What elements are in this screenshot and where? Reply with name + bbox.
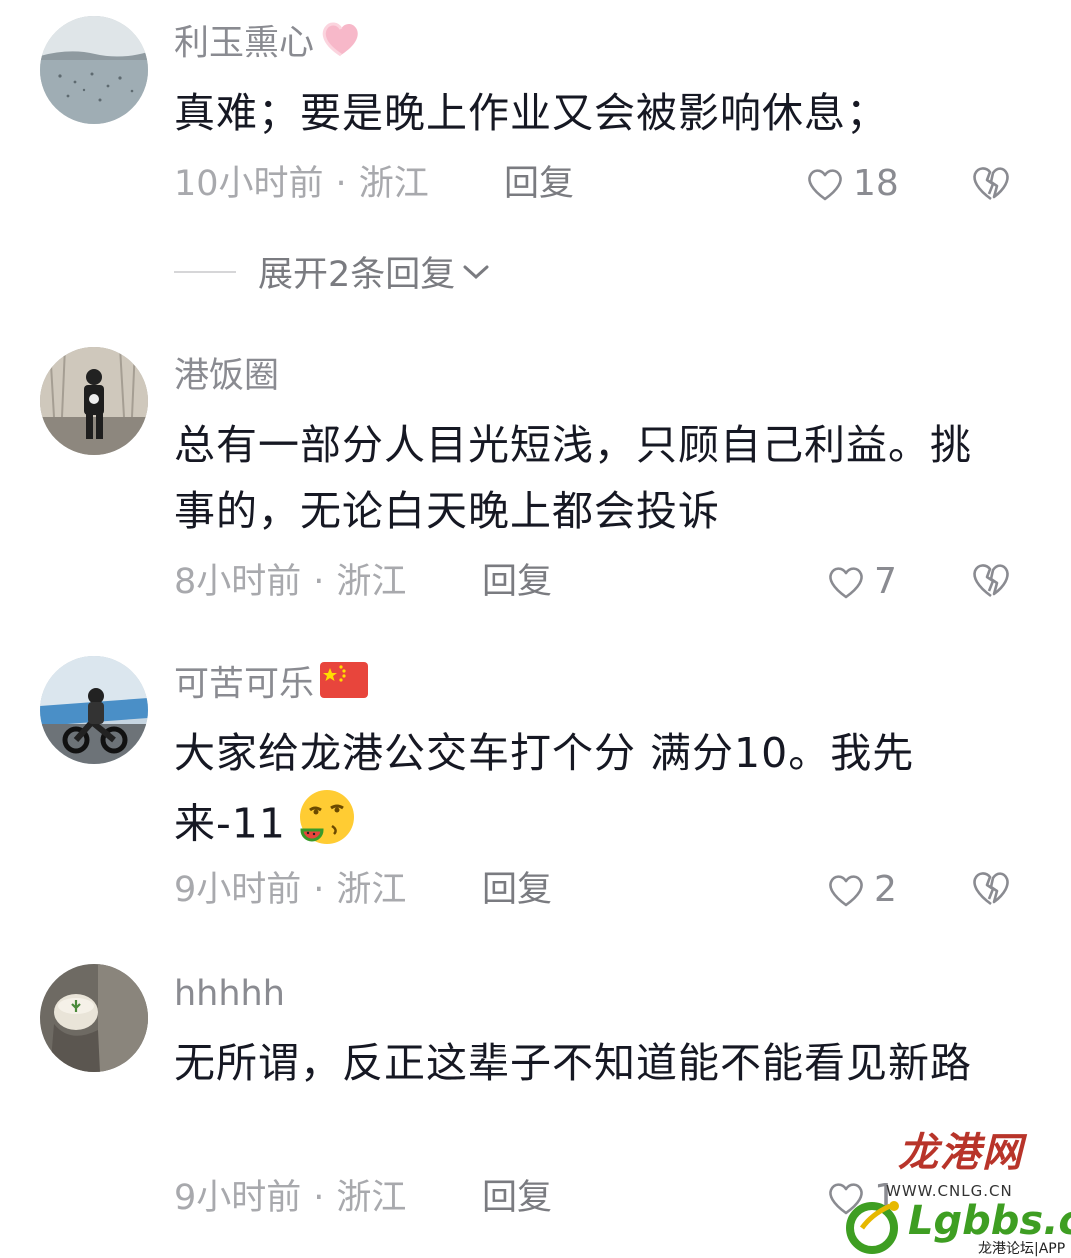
dislike-button[interactable] — [970, 869, 1012, 907]
watermark-subtitle: 龙港论坛|APP — [978, 1241, 1066, 1257]
like-count: 7 — [874, 561, 897, 602]
watermark: 龙港网 WWW.CNLG.CN Lgbbs.cn 龙港论坛|APP — [836, 1118, 1071, 1257]
chevron-down-icon — [463, 265, 489, 279]
comment-text-content: 大家给龙港公交车打个分 满分10。我先来-11 — [174, 729, 915, 848]
username-text: 可苦可乐 — [174, 664, 315, 705]
watermark-title: 龙港网 — [898, 1129, 1024, 1176]
like-button[interactable]: 2 — [826, 868, 897, 912]
expand-replies[interactable]: 展开2条回复 — [174, 246, 491, 297]
reply-button[interactable]: 回复 — [482, 1176, 552, 1220]
comment-text: 大家给龙港公交车打个分 满分10。我先来-11 — [174, 720, 1004, 867]
avatar[interactable] — [40, 347, 148, 455]
heart-icon — [829, 567, 863, 599]
username-text: 利玉熏心 — [174, 23, 315, 64]
avatar[interactable] — [40, 964, 148, 1072]
divider-line — [174, 270, 236, 273]
location: 浙江 — [358, 164, 429, 204]
comment-meta: 8小时前 · 浙江 — [174, 560, 406, 604]
separator: · — [335, 164, 347, 204]
broken-heart-icon — [973, 564, 1009, 598]
reply-button[interactable]: 回复 — [482, 868, 552, 912]
watermelon-emoji — [296, 786, 358, 867]
avatar-motorbike-image — [40, 656, 148, 764]
comment-meta: 9小时前 · 浙江 — [174, 1176, 406, 1220]
reply-button[interactable]: 回复 — [504, 162, 574, 206]
china-flag-badge — [320, 662, 369, 709]
like-button[interactable]: 7 — [826, 560, 897, 604]
username[interactable]: 利玉熏心 — [174, 20, 362, 69]
like-count: 18 — [853, 163, 899, 204]
username[interactable]: 港饭圈 — [174, 354, 279, 398]
avatar-candle-image — [40, 964, 148, 1072]
avatar-person-image — [40, 347, 148, 455]
like-button[interactable]: 18 — [805, 162, 899, 206]
comment-meta: 9小时前 · 浙江 — [174, 868, 406, 912]
location: 浙江 — [336, 562, 407, 602]
heart-icon — [808, 169, 842, 201]
timestamp: 8小时前 — [174, 562, 302, 602]
timestamp: 9小时前 — [174, 870, 302, 910]
dislike-button[interactable] — [970, 164, 1012, 202]
reply-button[interactable]: 回复 — [482, 560, 552, 604]
comment-text: 真难；要是晚上作业又会被影响休息； — [174, 89, 888, 137]
comment-text: 无所谓，反正这辈子不知道能不能看见新路 — [174, 1039, 972, 1087]
comment-text: 总有一部分人目光短浅，只顾自己利益。挑事的，无论白天晚上都会投诉 — [174, 421, 972, 535]
like-count: 2 — [874, 869, 897, 910]
broken-heart-icon — [973, 872, 1009, 906]
username[interactable]: hhhhh — [174, 972, 285, 1016]
timestamp: 10小时前 — [174, 164, 324, 204]
timestamp: 9小时前 — [174, 1178, 302, 1218]
separator: · — [313, 870, 325, 910]
location: 浙江 — [336, 870, 407, 910]
avatar[interactable] — [40, 656, 148, 764]
location: 浙江 — [336, 1178, 407, 1218]
username[interactable]: 可苦可乐 — [174, 662, 369, 709]
broken-heart-icon — [973, 167, 1009, 201]
expand-label: 展开2条回复 — [258, 255, 456, 295]
avatar-lake-image — [40, 16, 148, 124]
separator: · — [313, 562, 325, 602]
avatar[interactable] — [40, 16, 148, 124]
dislike-button[interactable] — [970, 561, 1012, 599]
heart-icon — [829, 875, 863, 907]
separator: · — [313, 1178, 325, 1218]
lgbbs-logo-icon — [846, 1201, 899, 1254]
comment-meta: 10小时前 · 浙江 — [174, 162, 429, 206]
pink-heart-badge — [320, 20, 362, 69]
